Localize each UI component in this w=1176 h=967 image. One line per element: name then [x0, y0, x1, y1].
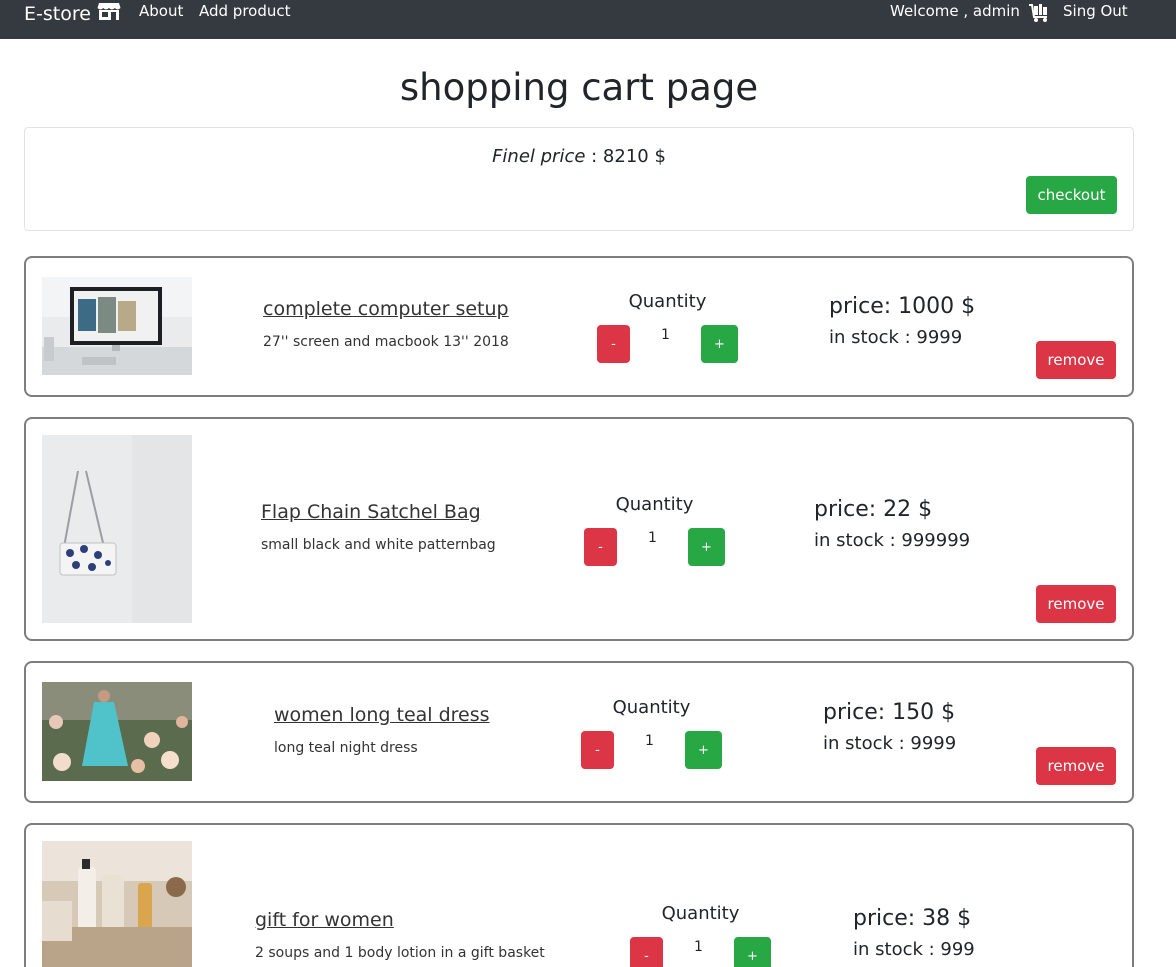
item-title-link[interactable]: gift for women [255, 909, 545, 931]
item-info: complete computer setup 27'' screen and … [263, 298, 509, 350]
item-pricing: price: 38 $ in stock : 999 [853, 906, 975, 960]
decrease-quantity-button[interactable]: - [597, 325, 630, 363]
brand-link[interactable]: E-store [24, 1, 121, 26]
increase-quantity-button[interactable]: + [701, 325, 738, 363]
navbar: E-store About Add product Welcome , admi… [0, 0, 1176, 39]
computer-setup-photo[interactable] [42, 277, 192, 375]
quantity-label: Quantity [628, 291, 707, 312]
quantity-value: 1 [694, 939, 703, 955]
item-title-link[interactable]: women long teal dress [274, 704, 490, 726]
quantity-value: 1 [648, 530, 657, 546]
quantity-label: Quantity [661, 903, 740, 924]
cart-item-card: women long teal dress long teal night dr… [24, 661, 1134, 803]
item-title-link[interactable]: Flap Chain Satchel Bag [261, 501, 496, 523]
remove-item-button[interactable]: remove [1036, 585, 1116, 623]
item-title-link[interactable]: complete computer setup [263, 298, 509, 320]
item-info: Flap Chain Satchel Bag small black and w… [261, 501, 496, 553]
cart-item-card: gift for women 2 soups and 1 body lotion… [24, 823, 1134, 967]
item-stock: in stock : 9999 [823, 733, 957, 754]
item-info: gift for women 2 soups and 1 body lotion… [255, 909, 545, 961]
nav-add-product-link[interactable]: Add product [199, 2, 291, 20]
teal-dress-photo[interactable] [42, 682, 192, 781]
quantity-value: 1 [661, 327, 670, 343]
quantity-value: 1 [645, 733, 654, 749]
item-description: long teal night dress [274, 740, 418, 756]
remove-item-button[interactable]: remove [1036, 341, 1116, 379]
increase-quantity-button[interactable]: + [685, 731, 722, 769]
item-price: price: 22 $ [814, 497, 933, 522]
sign-out-link[interactable]: Sing Out [1063, 2, 1128, 20]
item-description: 27'' screen and macbook 13'' 2018 [263, 334, 509, 350]
item-stock: in stock : 999999 [814, 530, 971, 551]
decrease-quantity-button[interactable]: - [581, 731, 614, 769]
cart-icon[interactable] [1028, 3, 1050, 27]
quantity-label: Quantity [612, 697, 691, 718]
page-title: shopping cart page [399, 66, 759, 109]
item-pricing: price: 22 $ in stock : 999999 [814, 497, 970, 551]
item-description: 2 soups and 1 body lotion in a gift bask… [255, 945, 545, 961]
welcome-text: Welcome , admin [890, 2, 1020, 20]
decrease-quantity-button[interactable]: - [584, 528, 617, 566]
store-icon [97, 1, 121, 26]
satchel-bag-photo[interactable] [42, 435, 192, 623]
item-pricing: price: 150 $ in stock : 9999 [823, 700, 956, 754]
item-info: women long teal dress long teal night dr… [274, 704, 490, 756]
item-price: price: 38 $ [853, 906, 972, 931]
item-stock: in stock : 999 [853, 939, 975, 960]
item-pricing: price: 1000 $ in stock : 9999 [829, 294, 975, 348]
gift-basket-photo[interactable] [42, 841, 192, 967]
remove-item-button[interactable]: remove [1036, 747, 1116, 785]
item-price: price: 1000 $ [829, 294, 976, 319]
final-price-label: Finel price [492, 146, 586, 167]
item-description: small black and white patternbag [261, 537, 496, 553]
brand-name: E-store [24, 2, 91, 25]
cart-summary: Finel price : 8210 $ checkout [24, 127, 1134, 231]
increase-quantity-button[interactable]: + [688, 528, 725, 566]
final-price: Finel price : 8210 $ [25, 146, 1133, 167]
quantity-label: Quantity [615, 494, 694, 515]
increase-quantity-button[interactable]: + [734, 937, 771, 967]
item-stock: in stock : 9999 [829, 327, 963, 348]
nav-about-link[interactable]: About [139, 2, 183, 20]
decrease-quantity-button[interactable]: - [630, 937, 663, 967]
final-price-value: : 8210 $ [585, 146, 666, 167]
cart-item-card: complete computer setup 27'' screen and … [24, 256, 1134, 397]
cart-item-card: Flap Chain Satchel Bag small black and w… [24, 417, 1134, 641]
item-price: price: 150 $ [823, 700, 956, 725]
checkout-button[interactable]: checkout [1026, 176, 1117, 214]
